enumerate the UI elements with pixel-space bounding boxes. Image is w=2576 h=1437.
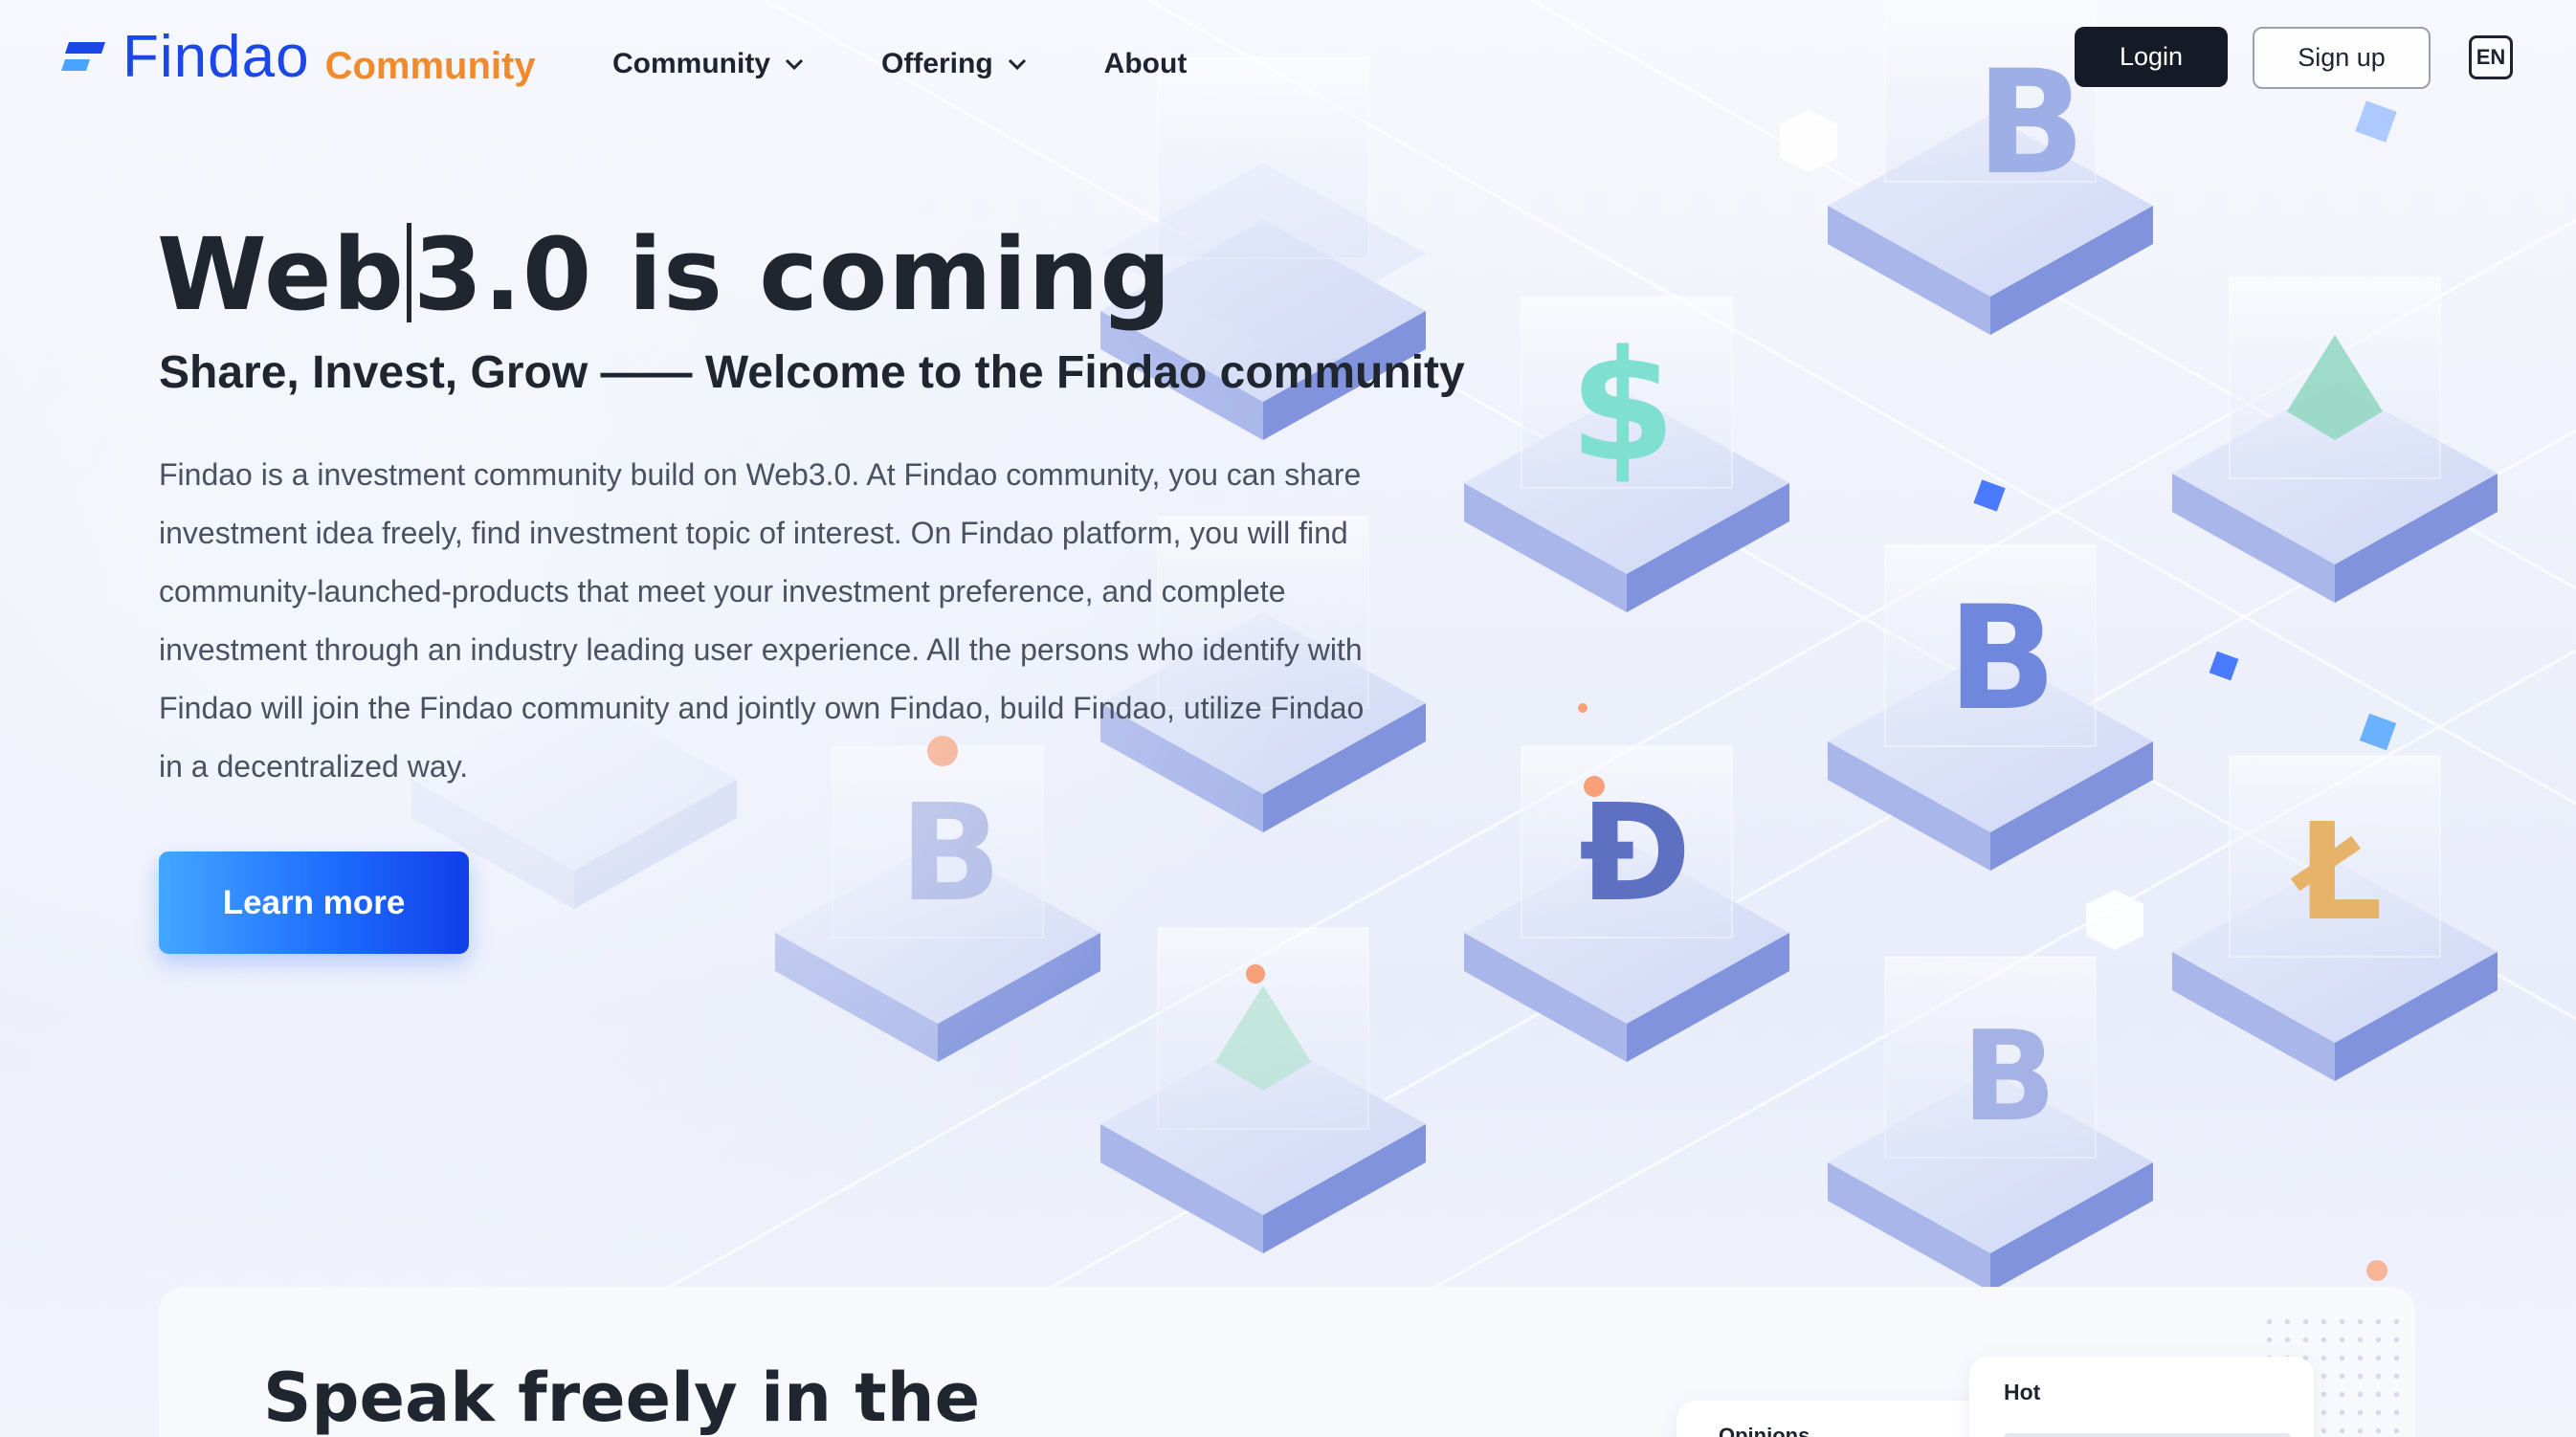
hot-card[interactable]: Hot (1969, 1357, 2314, 1437)
svg-text:Ł: Ł (2290, 795, 2383, 951)
hot-label: Hot (2004, 1380, 2041, 1404)
svg-text:B: B (1947, 576, 2056, 742)
nav-offering-label: Offering (881, 48, 993, 79)
findao-logo-icon (61, 42, 105, 71)
learn-more-button[interactable]: Learn more (159, 851, 469, 954)
hero-description: Findao is a investment community build o… (159, 457, 1365, 784)
login-button[interactable]: Login (2075, 27, 2228, 87)
chevron-down-icon (1008, 58, 1026, 71)
nav-about[interactable]: About (1104, 48, 1188, 80)
main-nav: Community Offering About (612, 48, 1263, 80)
nav-offering[interactable]: Offering (881, 48, 1028, 80)
hero-subtitle: Share, Invest, Grow —— Welcome to the Fi… (159, 347, 1465, 398)
nav-community[interactable]: Community (612, 48, 805, 80)
findao-logo[interactable]: Findao Community (61, 24, 536, 90)
typing-caret (407, 223, 411, 322)
nav-community-label: Community (612, 48, 770, 79)
hero-title-part2: 3.0 is coming (413, 216, 1172, 333)
top-navigation-bar: Findao Community Community Offering Abou… (0, 0, 2576, 124)
logo-subtitle: Community (324, 45, 536, 87)
section-title: Speak freely in the (263, 1359, 981, 1437)
nav-about-label: About (1103, 48, 1188, 79)
signup-button[interactable]: Sign up (2253, 27, 2431, 89)
hero-title-part1: Web (157, 216, 405, 333)
hero-title: Web3.0 is coming (157, 215, 1172, 334)
language-switcher[interactable]: EN (2469, 35, 2513, 79)
svg-text:B: B (1962, 1004, 2056, 1149)
logo-text: Findao (122, 24, 310, 90)
opinions-label: Opinions (1719, 1424, 1810, 1437)
hot-card-placeholder-bar (2004, 1433, 2291, 1437)
chevron-down-icon (785, 58, 804, 71)
